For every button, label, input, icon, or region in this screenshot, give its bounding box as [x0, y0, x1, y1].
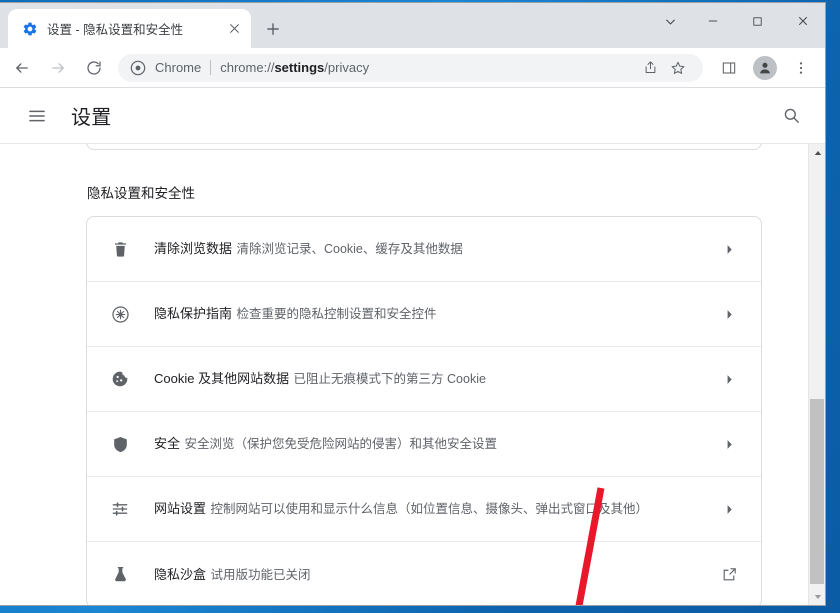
side-panel-icon[interactable] — [714, 53, 744, 83]
settings-app-header: 设置 — [0, 88, 825, 144]
settings-row-cookies[interactable]: Cookie 及其他网站数据 已阻止无痕模式下的第三方 Cookie — [87, 347, 761, 412]
row-subtitle: 安全浏览（保护您免受危险网站的侵害）和其他安全设置 — [184, 437, 497, 451]
share-icon[interactable] — [637, 55, 663, 81]
privacy-settings-card: 清除浏览数据 清除浏览记录、Cookie、缓存及其他数据 隐私保护指南 检查重要… — [86, 216, 762, 605]
forward-arrow-icon[interactable] — [43, 53, 73, 83]
settings-row-text: Cookie 及其他网站数据 已阻止无痕模式下的第三方 Cookie — [154, 369, 717, 389]
hamburger-icon[interactable] — [22, 101, 52, 131]
page-title: 设置 — [71, 107, 112, 129]
row-title: 清除浏览数据 — [154, 241, 233, 256]
settings-row-text: 安全 安全浏览（保护您免受危险网站的侵害）和其他安全设置 — [154, 434, 717, 454]
back-arrow-icon[interactable] — [7, 53, 37, 83]
settings-content-area: 隐私设置和安全性 清除浏览数据 清除浏览记录、Cookie、缓存及其他数据 隐私… — [0, 144, 825, 605]
cookie-icon — [108, 369, 132, 389]
row-subtitle: 检查重要的隐私控制设置和安全控件 — [236, 307, 437, 321]
chevron-right-icon[interactable] — [717, 373, 741, 386]
row-title: 安全 — [154, 436, 181, 451]
window-controls — [650, 3, 825, 48]
flask-icon — [108, 565, 132, 584]
chrome-logo-icon — [130, 60, 146, 76]
scroll-down-arrow[interactable] — [809, 588, 825, 605]
row-subtitle: 已阻止无痕模式下的第三方 Cookie — [293, 372, 486, 386]
chevron-right-icon[interactable] — [717, 243, 741, 256]
settings-row-text: 隐私沙盒 试用版功能已关闭 — [154, 565, 717, 585]
previous-card-bottom — [86, 144, 762, 150]
tab-strip: 设置 - 隐私设置和安全性 — [0, 3, 825, 48]
settings-row-clear-browsing-data[interactable]: 清除浏览数据 清除浏览记录、Cookie、缓存及其他数据 — [87, 217, 761, 282]
settings-row-text: 清除浏览数据 清除浏览记录、Cookie、缓存及其他数据 — [154, 239, 717, 259]
omnibox-url: chrome://settings/privacy — [220, 60, 370, 75]
row-title: Cookie 及其他网站数据 — [154, 371, 290, 386]
chevron-right-icon[interactable] — [717, 503, 741, 516]
reload-icon[interactable] — [79, 53, 109, 83]
omnibox-actions — [635, 55, 691, 81]
privacy-guide-icon — [108, 304, 132, 325]
new-tab-button[interactable] — [259, 15, 287, 43]
trash-icon — [108, 240, 132, 259]
address-bar[interactable]: Chrome chrome://settings/privacy — [118, 53, 703, 82]
shield-icon — [108, 435, 132, 454]
open-in-new-icon[interactable] — [717, 566, 741, 583]
more-menu-icon[interactable] — [786, 53, 816, 83]
browser-window: 设置 - 隐私设置和安全性 Chrome chrome://settings/p… — [0, 3, 825, 605]
chevron-right-icon[interactable] — [717, 308, 741, 321]
omnibox-scheme-label: Chrome — [155, 60, 202, 75]
settings-row-security[interactable]: 安全 安全浏览（保护您免受危险网站的侵害）和其他安全设置 — [87, 412, 761, 477]
bookmark-star-icon[interactable] — [665, 55, 691, 81]
row-title: 隐私保护指南 — [154, 306, 233, 321]
section-title: 隐私设置和安全性 — [87, 186, 195, 201]
vertical-scrollbar[interactable] — [808, 144, 825, 605]
settings-row-text: 隐私保护指南 检查重要的隐私控制设置和安全控件 — [154, 304, 717, 324]
scroll-thumb[interactable] — [810, 399, 824, 584]
settings-row-text: 网站设置 控制网站可以使用和显示什么信息（如位置信息、摄像头、弹出式窗口及其他） — [154, 499, 717, 519]
settings-row-site-settings[interactable]: 网站设置 控制网站可以使用和显示什么信息（如位置信息、摄像头、弹出式窗口及其他） — [87, 477, 761, 542]
browser-toolbar: Chrome chrome://settings/privacy — [0, 48, 825, 88]
tab-title: 设置 - 隐私设置和安全性 — [47, 23, 184, 37]
settings-row-privacy-sandbox[interactable]: 隐私沙盒 试用版功能已关闭 — [87, 542, 761, 605]
omnibox-separator — [210, 60, 212, 75]
row-subtitle: 清除浏览记录、Cookie、缓存及其他数据 — [236, 242, 463, 256]
minimize-button[interactable] — [690, 3, 735, 39]
search-icon[interactable] — [777, 102, 805, 130]
chevron-right-icon[interactable] — [717, 438, 741, 451]
settings-scroll-content: 隐私设置和安全性 清除浏览数据 清除浏览记录、Cookie、缓存及其他数据 隐私… — [0, 144, 808, 605]
sliders-icon — [108, 499, 132, 519]
settings-row-privacy-guide[interactable]: 隐私保护指南 检查重要的隐私控制设置和安全控件 — [87, 282, 761, 347]
close-icon[interactable] — [223, 18, 245, 40]
profile-avatar[interactable] — [750, 53, 780, 83]
close-button[interactable] — [780, 3, 825, 39]
maximize-button[interactable] — [735, 3, 780, 39]
scroll-up-arrow[interactable] — [809, 144, 825, 161]
gear-icon — [22, 21, 38, 37]
row-subtitle: 试用版功能已关闭 — [210, 567, 311, 582]
row-title: 网站设置 — [154, 501, 207, 516]
avatar — [753, 55, 777, 80]
row-title: 隐私沙盒 — [154, 566, 207, 582]
chevron-down-icon[interactable] — [650, 3, 690, 39]
row-subtitle: 控制网站可以使用和显示什么信息（如位置信息、摄像头、弹出式窗口及其他） — [210, 502, 648, 516]
browser-tab-settings[interactable]: 设置 - 隐私设置和安全性 — [8, 9, 251, 48]
